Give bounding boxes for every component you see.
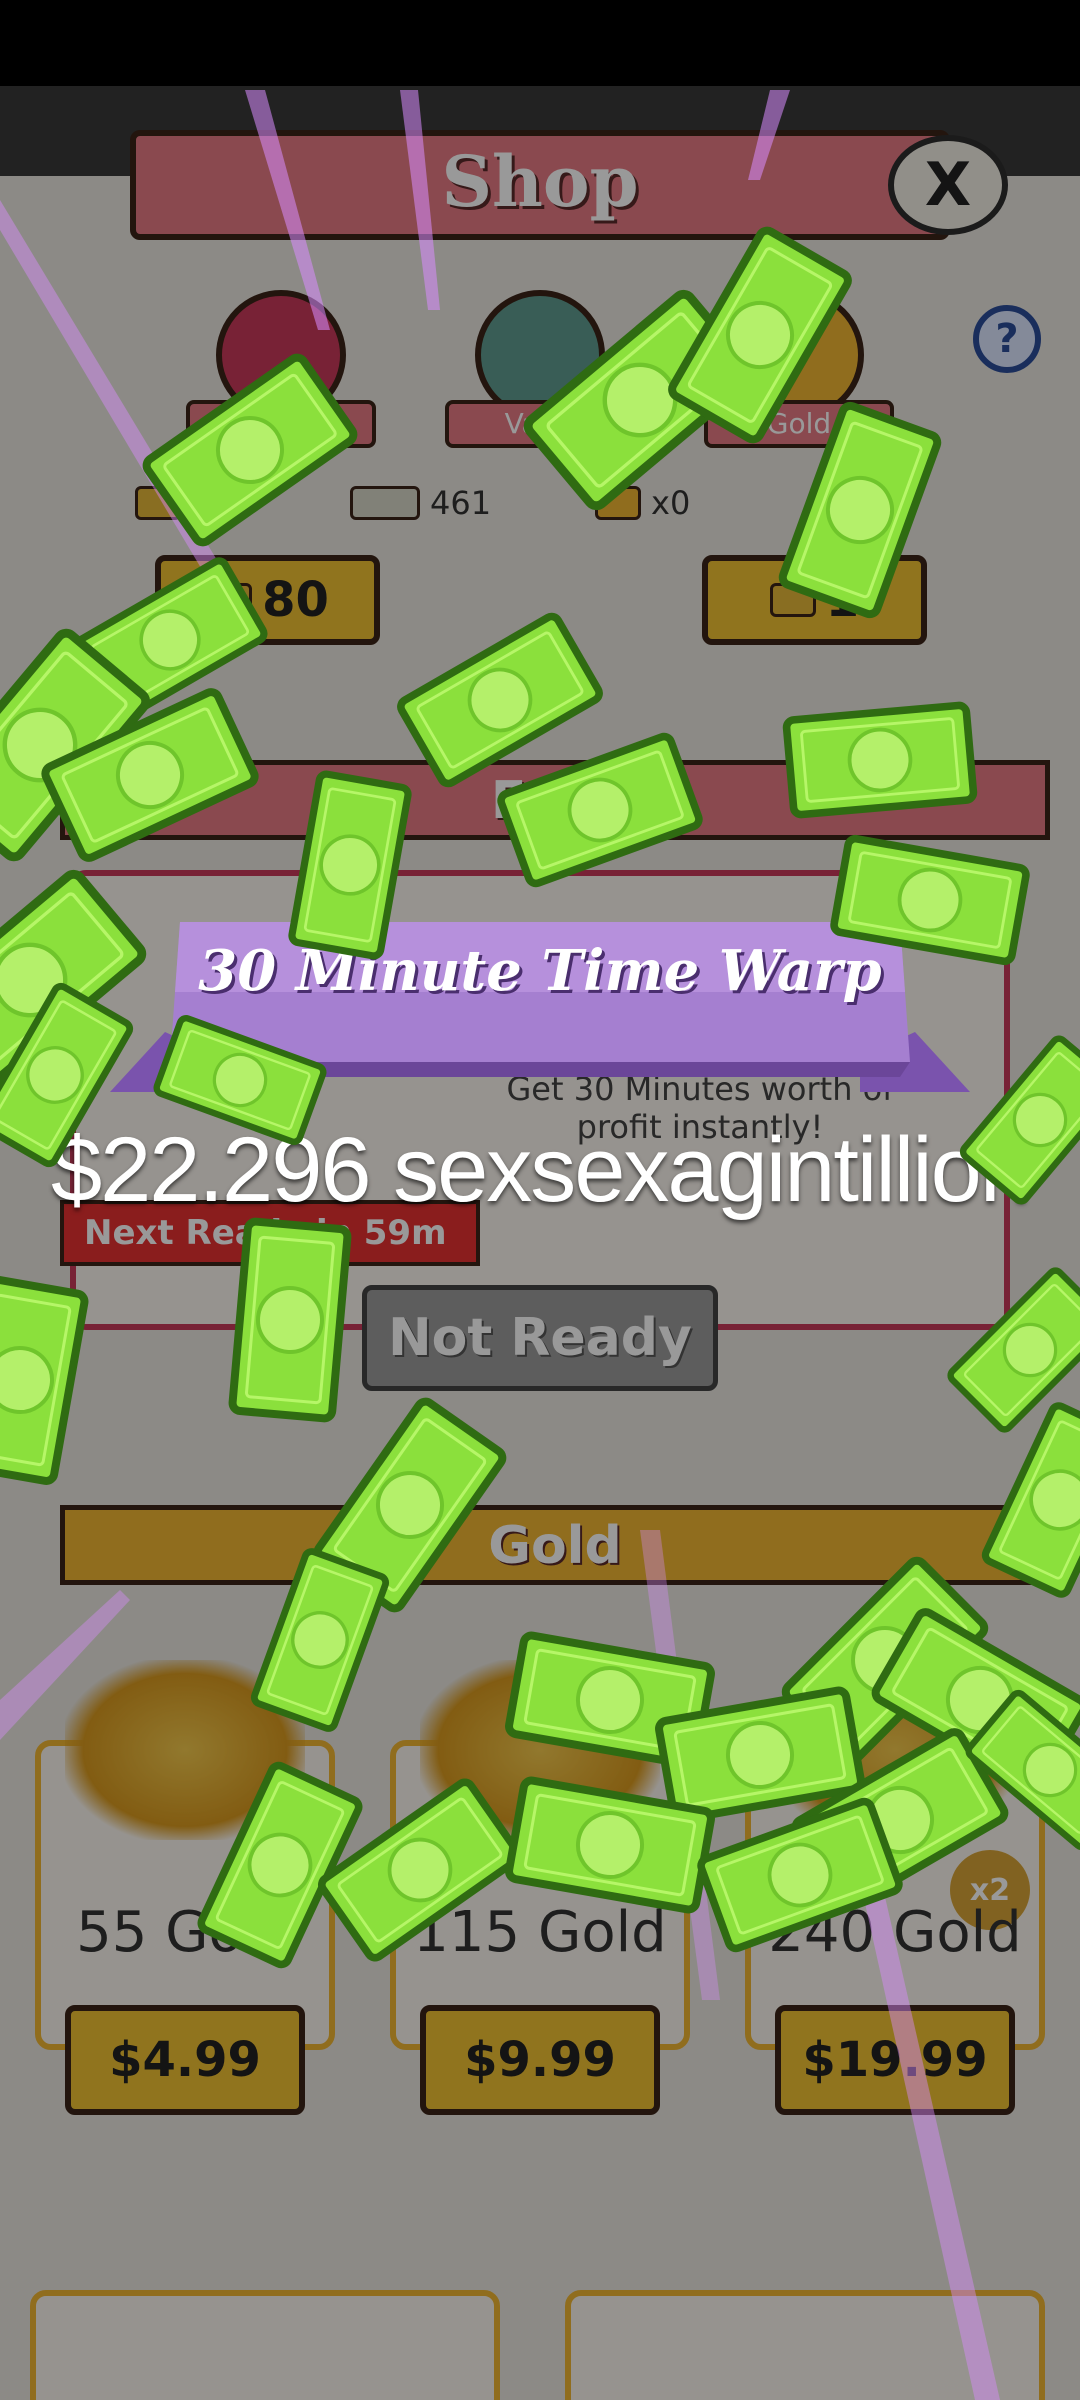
reward-title: 30 Minute Time Warp [198, 938, 882, 1004]
game-screen: Shop X ? Boosts Vault Gold 54 461 x0 80 … [0, 0, 1080, 2400]
status-bar [0, 0, 1080, 86]
reward-amount: $22.296 sexsexagintillion [50, 1119, 1031, 1221]
